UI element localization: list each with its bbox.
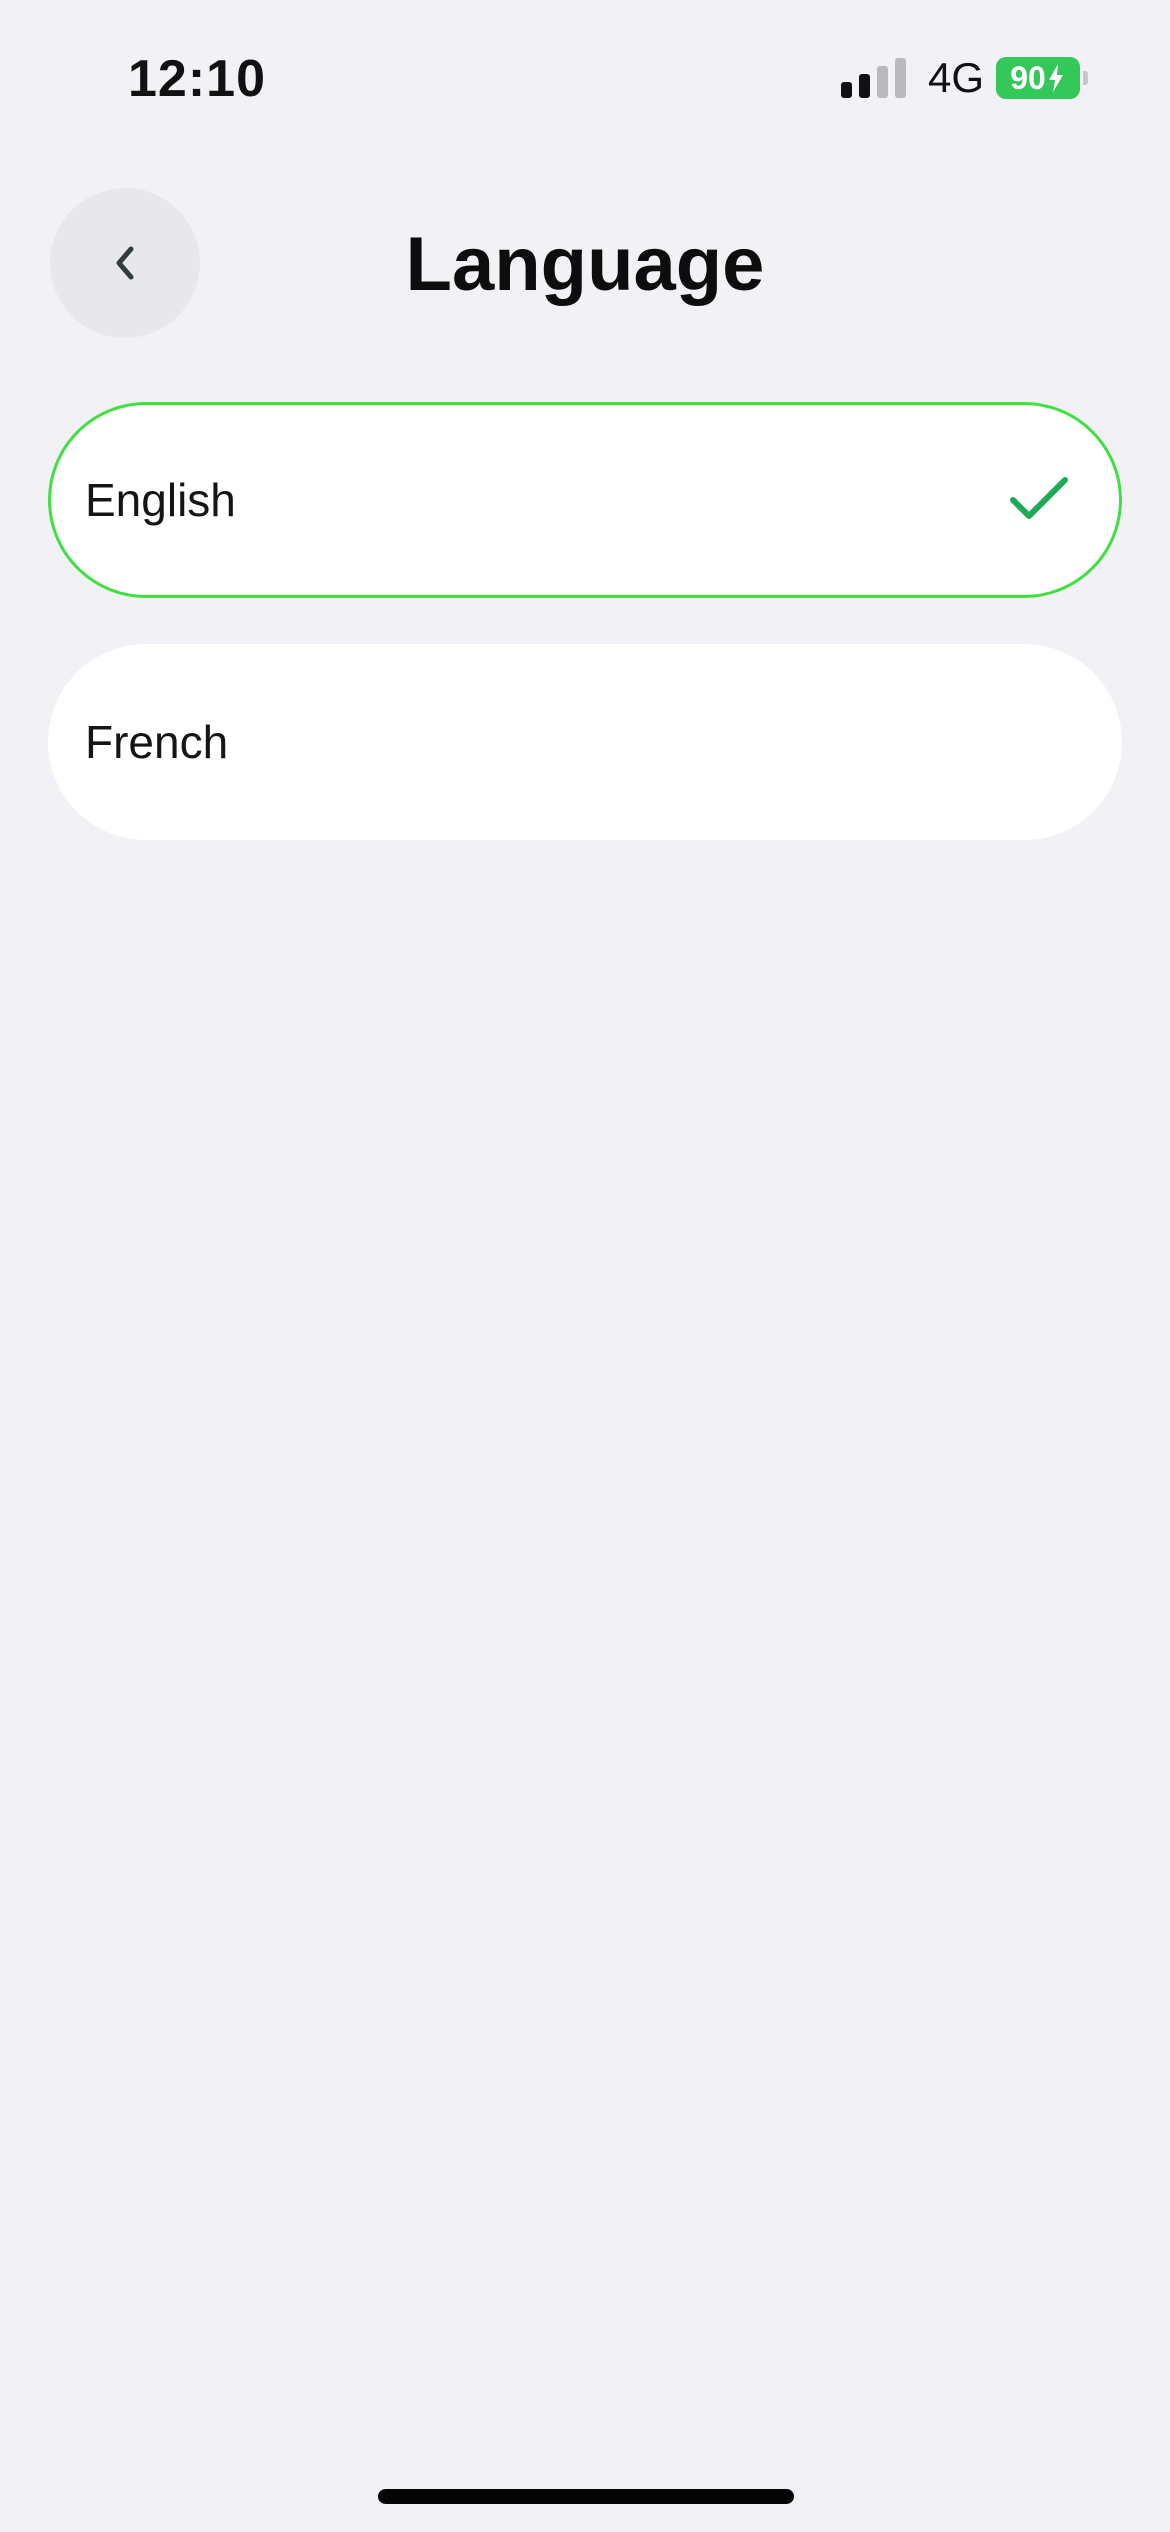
home-indicator[interactable]: [378, 2489, 794, 2504]
network-type: 4G: [927, 54, 984, 101]
page-title: Language: [405, 222, 765, 307]
battery-level: 90: [996, 57, 1080, 99]
checkmark-icon: [1007, 468, 1071, 532]
cellular-signal-icon: [840, 58, 906, 98]
language-option-label: French: [85, 716, 229, 768]
battery-percent: 90: [1010, 60, 1046, 96]
language-option-english[interactable]: English: [48, 402, 1122, 598]
charging-bolt-icon: [1048, 64, 1063, 92]
language-list: English French: [48, 402, 1122, 886]
status-indicators: 4G 90: [840, 50, 1088, 106]
battery-cap: [1083, 71, 1088, 85]
language-option-label: English: [85, 474, 236, 526]
language-option-french[interactable]: French: [48, 644, 1122, 840]
battery-icon: 90: [996, 57, 1088, 99]
status-time: 12:10: [128, 50, 266, 108]
